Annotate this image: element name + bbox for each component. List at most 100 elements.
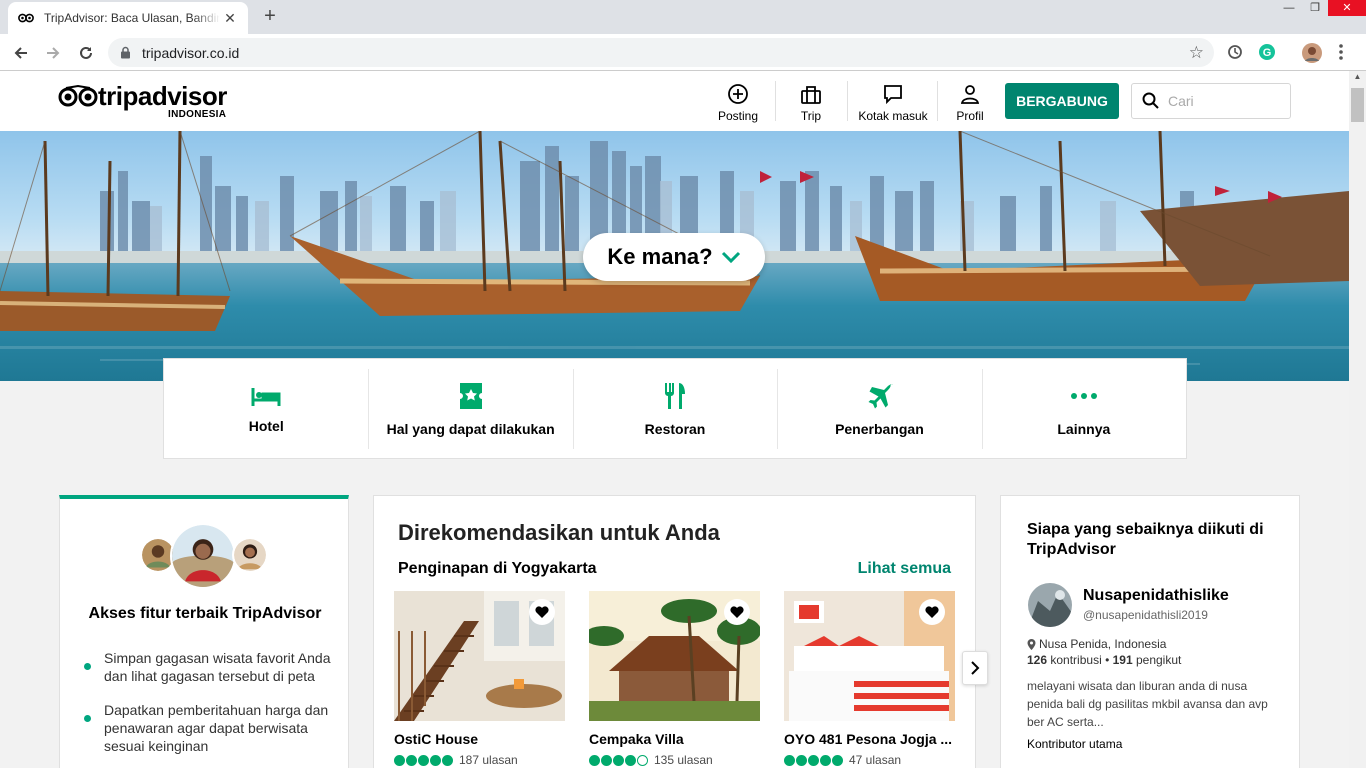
tripadvisor-logo[interactable]: tripadvisor INDONESIA [58, 81, 227, 120]
back-icon[interactable] [10, 42, 32, 64]
hotel-photo[interactable] [784, 591, 955, 721]
category-hotel-label: Hotel [248, 417, 284, 434]
nav-trip[interactable]: Trip [786, 81, 836, 123]
category-flights-label: Penerbangan [835, 420, 924, 437]
nav-inbox-label: Kotak masuk [858, 109, 928, 123]
save-heart-icon[interactable] [529, 599, 555, 625]
scroll-up-icon[interactable]: ▲ [1351, 72, 1364, 86]
hotel-name[interactable]: OstiC House [394, 731, 565, 747]
hotel-name[interactable]: Cempaka Villa [589, 731, 760, 747]
category-flights[interactable]: Penerbangan [777, 359, 981, 458]
join-button[interactable]: BERGABUNG [1005, 83, 1119, 119]
features-list: Simpan gagasan wisata favorit Anda dan l… [84, 649, 334, 768]
scrollbar-thumb[interactable] [1351, 88, 1364, 122]
ticket-icon [459, 382, 482, 409]
category-hotel[interactable]: Hotel [164, 359, 368, 458]
features-title: Akses fitur terbaik TripAdvisor [88, 605, 322, 622]
menu-dots-icon[interactable] [1338, 43, 1358, 63]
hotel-photo[interactable] [394, 591, 565, 721]
list-item: Simpan gagasan wisata favorit Anda dan l… [84, 649, 334, 685]
follow-username[interactable]: Nusapenidathislike [1083, 587, 1229, 605]
history-icon[interactable] [1226, 43, 1246, 63]
save-heart-icon[interactable] [919, 599, 945, 625]
contribution-count: 126 [1027, 653, 1048, 667]
bed-icon [251, 387, 281, 406]
review-count[interactable]: 47 ulasan [849, 753, 901, 767]
location-pin-icon [1027, 638, 1036, 650]
message-icon [884, 85, 902, 105]
follow-title: Siapa yang sebaiknya diikuti di TripAdvi… [1027, 521, 1264, 558]
nav-profile-label: Profil [956, 109, 984, 123]
forward-icon[interactable] [42, 42, 64, 64]
follow-handle: @nusapenidathisli2019 [1083, 608, 1208, 622]
category-things-to-do[interactable]: Hal yang dapat dilakukan [368, 359, 572, 458]
search-box[interactable] [1131, 83, 1291, 119]
search-input[interactable] [1168, 93, 1278, 109]
nav-divider [937, 81, 938, 121]
avatar [170, 523, 236, 589]
search-icon [1142, 92, 1159, 109]
url-text: tripadvisor.co.id [142, 45, 240, 61]
tripadvisor-favicon-icon [18, 10, 34, 26]
carousel-next-button[interactable] [962, 651, 988, 685]
category-more-label: Lainnya [1057, 420, 1111, 437]
review-count[interactable]: 135 ulasan [654, 753, 713, 767]
features-card: Akses fitur terbaik TripAdvisor Simpan g… [59, 495, 349, 768]
nav-posting[interactable]: Posting [713, 81, 763, 123]
contributor-badge: Kontributor utama [1027, 737, 1123, 751]
new-tab-icon[interactable]: + [260, 6, 280, 26]
recommendations-subtitle: Penginapan di Yogyakarta [398, 560, 597, 577]
follower-label: pengikut [1135, 653, 1182, 667]
bookmark-star-icon[interactable]: ☆ [1189, 43, 1204, 63]
category-things-to-do-label: Hal yang dapat dilakukan [386, 420, 555, 437]
svg-text:G: G [1263, 47, 1272, 59]
follow-suggestion-card: Siapa yang sebaiknya diikuti di TripAdvi… [1000, 495, 1300, 768]
avatar[interactable] [1028, 583, 1072, 627]
logo-country: INDONESIA [168, 109, 227, 120]
hotel-photo[interactable] [589, 591, 760, 721]
page-content: tripadvisor INDONESIA Posting Trip Kotak… [0, 71, 1349, 768]
plus-circle-icon [728, 84, 748, 104]
grammarly-icon[interactable]: G [1258, 43, 1278, 63]
plane-icon [868, 383, 894, 408]
category-restaurant[interactable]: Restoran [572, 359, 777, 458]
recommendations-title: Direkomendasikan untuk Anda [398, 520, 720, 545]
chevron-right-icon [971, 661, 980, 675]
nav-trip-label: Trip [800, 109, 822, 123]
address-bar: tripadvisor.co.id ☆ G [0, 34, 1366, 71]
chevron-down-icon [721, 251, 740, 264]
reload-icon[interactable] [75, 42, 97, 64]
hero-banner: Ke mana? [0, 131, 1349, 381]
save-heart-icon[interactable] [724, 599, 750, 625]
omnibox[interactable]: tripadvisor.co.id ☆ [108, 38, 1214, 67]
where-to-label: Ke mana? [607, 244, 713, 269]
review-count[interactable]: 187 ulasan [459, 753, 518, 767]
restore-icon[interactable]: ❐ [1302, 0, 1328, 16]
cutlery-icon [665, 382, 686, 409]
scrollbar-track[interactable] [1349, 71, 1366, 768]
hotel-name[interactable]: OYO 481 Pesona Jogja ... [784, 731, 955, 747]
logo-wordmark: tripadvisor [98, 81, 227, 111]
nav-inbox[interactable]: Kotak masuk [855, 81, 931, 123]
hotel-card[interactable]: Cempaka Villa 135 ulasan [589, 591, 760, 767]
more-dots-icon [1070, 392, 1097, 399]
browser-tab[interactable]: TripAdvisor: Baca Ulasan, Banding ✕ [8, 2, 248, 34]
nav-profile[interactable]: Profil [948, 81, 992, 123]
suitcase-icon [801, 86, 821, 104]
window-close-icon[interactable]: ✕ [1328, 0, 1366, 16]
hotel-card[interactable]: OstiC House 187 ulasan [394, 591, 565, 767]
traveler-avatars [140, 523, 270, 589]
where-to-button[interactable]: Ke mana? [583, 233, 765, 281]
follow-description: melayani wisata dan liburan anda di nusa… [1027, 679, 1268, 729]
list-item: Dapatkan pemberitahuan harga dan penawar… [84, 701, 334, 755]
category-more[interactable]: Lainnya [981, 359, 1186, 458]
follow-location-text: Nusa Penida, Indonesia [1039, 637, 1167, 651]
avatar [232, 537, 268, 573]
see-all-link[interactable]: Lihat semua [858, 560, 951, 578]
lock-icon [120, 46, 131, 64]
recommendations-card: Direkomendasikan untuk Anda Penginapan d… [373, 495, 976, 768]
minimize-icon[interactable]: — [1276, 0, 1302, 16]
profile-avatar[interactable] [1302, 43, 1322, 63]
hotel-card[interactable]: OYO 481 Pesona Jogja ... 47 ulasan [784, 591, 955, 767]
close-tab-icon[interactable]: ✕ [222, 10, 238, 26]
